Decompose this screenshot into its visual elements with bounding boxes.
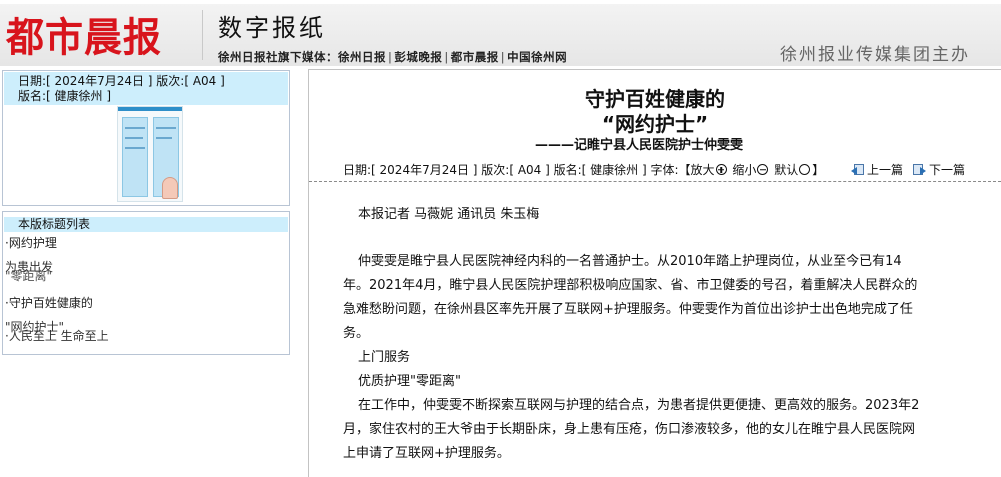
title-list-header: 本版标题列表 [4,217,288,232]
paragraph-line: 急难愁盼问题，在徐州县区率先开展了互联网+护理服务。仲雯雯作为首位出诊护士出色地… [343,302,913,317]
thumb-column [122,117,148,197]
paragraph-line: 务。 [343,326,370,341]
article-meta: 日期:[ 2024年7月24日 ] 版次:[ A04 ] 版名:[ 健康徐州 ]… [343,159,824,181]
circle-icon [799,164,811,175]
prev-article-link[interactable]: 上一篇 [851,159,903,181]
media-link-china-xuzhou[interactable]: 中国徐州网 [507,50,567,64]
default-size-button[interactable]: 默认 [774,163,812,177]
article-paragraph: 仲雯雯是睢宁县人民医院神经内科的一名普通护士。从2010年踏上护理岗位，从业至今… [343,250,917,346]
title-list-panel: 本版标题列表 ·网约护理 为患出发 "零距离" ·守护百姓健康的 "网约护士" … [2,211,290,355]
thumb-line [156,137,172,139]
paragraph-line: 在工作中，仲雯雯不断探索互联网与护理的结合点，为患者提供更便捷、更高效的服务。2… [358,398,920,413]
section-heading: 上门服务 [358,350,411,365]
meta-close-bracket: 】 [812,163,825,177]
thumb-line [125,127,145,129]
article-meta-bar: 日期:[ 2024年7月24日 ] 版次:[ A04 ] 版名:[ 健康徐州 ]… [309,158,1001,182]
thumb-line [156,127,176,129]
title-list-item-overflow[interactable]: ·人民至上 生命至上 [5,329,109,343]
paragraph-line: 月，家住农村的王大爷由于长期卧床，身上患有压疮，伤口渗液较多，他的女儿在睢宁县人… [343,422,916,437]
media-link-pengcheng-evening[interactable]: 彭城晚报 [394,50,442,64]
next-arrow-icon [913,164,926,175]
nav-separator: | [444,50,449,64]
article-subtitle: ———记睢宁县人民医院护士仲雯雯 [535,138,744,153]
zoom-in-button[interactable]: 放大 [691,163,729,177]
site-title: 数字报纸 [218,14,326,42]
newspaper-logo[interactable]: 都市晨报 [6,14,162,62]
media-nav-prefix: 徐州日报社旗下媒体： [218,50,338,64]
edition-date: 日期:[ 2024年7月24日 ] 版次:[ A04 ] [18,74,225,88]
next-article-link[interactable]: 下一篇 [913,159,965,181]
thumb-line [125,137,143,139]
paragraph-line: 上申请了互联网+护理服务。 [343,446,510,461]
title-list-item[interactable]: ·网约护理 为患出发 "零距离" [5,236,57,283]
article-paragraph: 在工作中，仲雯雯不断探索互联网与护理的结合点，为患者提供更便捷、更高效的服务。2… [343,394,919,466]
article-title-line1: 守护百姓健康的 [585,87,725,111]
nav-separator: | [500,50,506,64]
publisher-label: 徐州报业传媒集团主办 [780,45,970,65]
media-nav: 徐州日报社旗下媒体：徐州日报 | 彭城晚报 | 都市晨报 | 中国徐州网 [218,50,567,64]
article-title-line2: “网约护士” [601,112,709,136]
section-heading: 优质护理"零距离" [358,374,461,389]
article-meta-info: 日期:[ 2024年7月24日 ] 版次:[ A04 ] 版名:[ 健康徐州 ]… [343,163,691,177]
masthead: 都市晨报 数字报纸 徐州日报社旗下媒体：徐州日报 | 彭城晚报 | 都市晨报 | 中国徐州网… [0,0,1001,66]
thumb-strip [118,107,182,111]
plus-circle-icon [715,164,727,175]
zoom-out-button[interactable]: 缩小 [732,163,770,177]
title-list-item[interactable]: ·守护百姓健康的 "网约护士" ·人民至上 生命至上 [5,296,109,343]
title-list-item-overflow: "零距离" [5,269,53,283]
article-byline: 本报记者 马薇妮 通讯员 朱玉梅 [358,207,540,222]
media-link-xuzhou-daily[interactable]: 徐州日报 [338,50,386,64]
newspaper-page-icon[interactable] [117,106,183,202]
thumb-figure [162,177,178,199]
title-list-item-label[interactable]: ·网约护理 [5,236,57,250]
paragraph-line: 仲雯雯是睢宁县人民医院神经内科的一名普通护士。从2010年踏上护理岗位，从业至今… [358,254,902,269]
edition-name: 版名:[ 健康徐州 ] [18,89,112,103]
edition-info: 日期:[ 2024年7月24日 ] 版次:[ A04 ] 版名:[ 健康徐州 ] [4,72,288,105]
nav-separator: | [388,50,393,64]
edition-panel: 日期:[ 2024年7月24日 ] 版次:[ A04 ] 版名:[ 健康徐州 ] [2,70,290,206]
article-panel: 守护百姓健康的 “网约护士” ———记睢宁县人民医院护士仲雯雯 日期:[ 202… [308,69,1001,477]
prev-arrow-icon [851,164,864,175]
media-link-dushi-morning[interactable]: 都市晨报 [451,50,499,64]
title-list-item-label[interactable]: ·守护百姓健康的 [5,296,93,310]
minus-circle-icon [757,164,769,175]
paragraph-line: 年。2021年4月，睢宁县人民医院护理部积极响应国家、省、市卫健委的号召，着重解… [343,278,918,293]
thumb-line [125,147,145,149]
logo-divider [202,10,203,60]
